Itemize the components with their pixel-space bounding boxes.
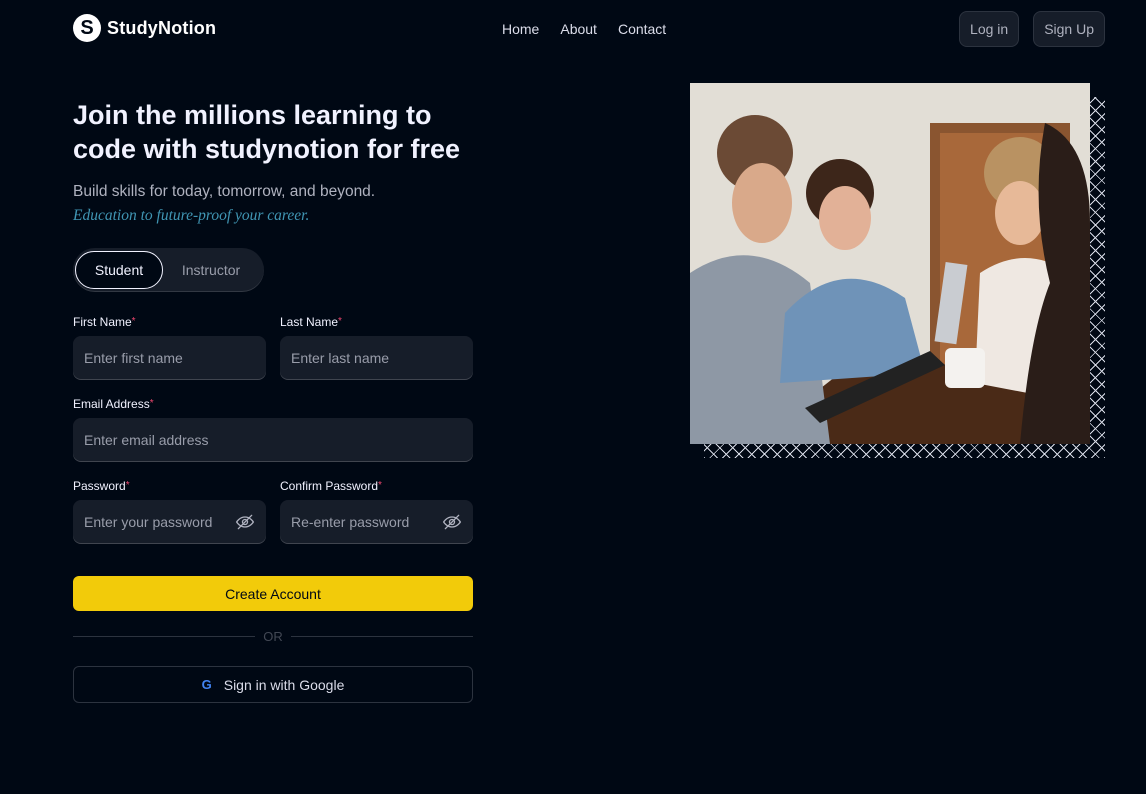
auth-buttons: Log in Sign Up: [959, 11, 1105, 47]
or-divider: OR: [73, 627, 473, 645]
required-mark: *: [131, 316, 136, 327]
brand-name: StudyNotion: [107, 17, 217, 38]
nav-link-contact[interactable]: Contact: [618, 21, 666, 37]
google-icon: G: [201, 677, 212, 692]
hero-subtitle: Build skills for today, tomorrow, and be…: [73, 183, 376, 200]
first-name-group: First Name* Enter first name: [73, 314, 266, 380]
top-navbar: S StudyNotion Home About Contact Log in …: [0, 0, 1146, 58]
logo-icon: S: [73, 14, 101, 42]
nav-links: Home About Contact: [502, 21, 666, 37]
password-placeholder: Enter your password: [84, 514, 213, 530]
required-mark: *: [378, 480, 382, 491]
eye-off-icon[interactable]: [442, 512, 462, 532]
tab-student[interactable]: Student: [75, 251, 163, 289]
confirm-password-placeholder: Re-enter password: [291, 514, 410, 530]
password-input[interactable]: Enter your password: [73, 500, 266, 544]
first-name-label: First Name*: [73, 315, 136, 329]
brand-logo[interactable]: S StudyNotion: [73, 14, 216, 42]
google-signin-button[interactable]: G Sign in with Google: [73, 666, 473, 703]
eye-off-icon[interactable]: [235, 512, 255, 532]
email-group: Email Address* Enter email address: [73, 396, 473, 462]
password-row: Password* Enter your password Confirm Pa…: [73, 478, 473, 544]
confirm-password-label: Confirm Password*: [280, 479, 382, 493]
email-row: Email Address* Enter email address: [73, 396, 473, 462]
login-button[interactable]: Log in: [959, 11, 1020, 47]
last-name-group: Last Name* Enter last name: [280, 314, 473, 380]
required-mark: *: [338, 316, 342, 327]
google-signin-label: Sign in with Google: [223, 676, 345, 693]
name-row: First Name* Enter first name Last Name* …: [73, 314, 473, 380]
confirm-password-group: Confirm Password* Re-enter password: [280, 478, 473, 544]
students-photo-illustration: [690, 83, 1090, 444]
password-label: Password*: [73, 479, 130, 493]
page-title: Join the millions learning to code with …: [73, 100, 461, 164]
first-name-input[interactable]: Enter first name: [73, 336, 266, 380]
nav-link-home[interactable]: Home: [502, 21, 539, 37]
signup-section: Join the millions learning to code with …: [73, 98, 473, 544]
or-text: OR: [263, 628, 283, 644]
divider-line: [73, 635, 256, 637]
confirm-password-input[interactable]: Re-enter password: [280, 500, 473, 544]
first-name-placeholder: Enter first name: [84, 350, 183, 366]
tab-instructor[interactable]: Instructor: [163, 251, 259, 289]
email-label: Email Address*: [73, 397, 154, 411]
last-name-input[interactable]: Enter last name: [280, 336, 473, 380]
hero-image-frame: [690, 83, 1105, 458]
hero-tagline: Education to future-proof your career.: [73, 207, 310, 224]
email-input[interactable]: Enter email address: [73, 418, 473, 462]
email-placeholder: Enter email address: [84, 432, 209, 448]
password-group: Password* Enter your password: [73, 478, 266, 544]
signup-button[interactable]: Sign Up: [1033, 11, 1105, 47]
required-mark: *: [149, 398, 154, 409]
create-account-button[interactable]: Create Account: [73, 576, 473, 611]
required-mark: *: [125, 480, 130, 491]
divider-line: [290, 635, 473, 637]
students-photo: [690, 83, 1090, 444]
last-name-placeholder: Enter last name: [291, 350, 390, 366]
account-type-toggle: Student Instructor: [73, 248, 264, 292]
last-name-label: Last Name*: [280, 315, 342, 329]
nav-link-about[interactable]: About: [560, 21, 597, 37]
